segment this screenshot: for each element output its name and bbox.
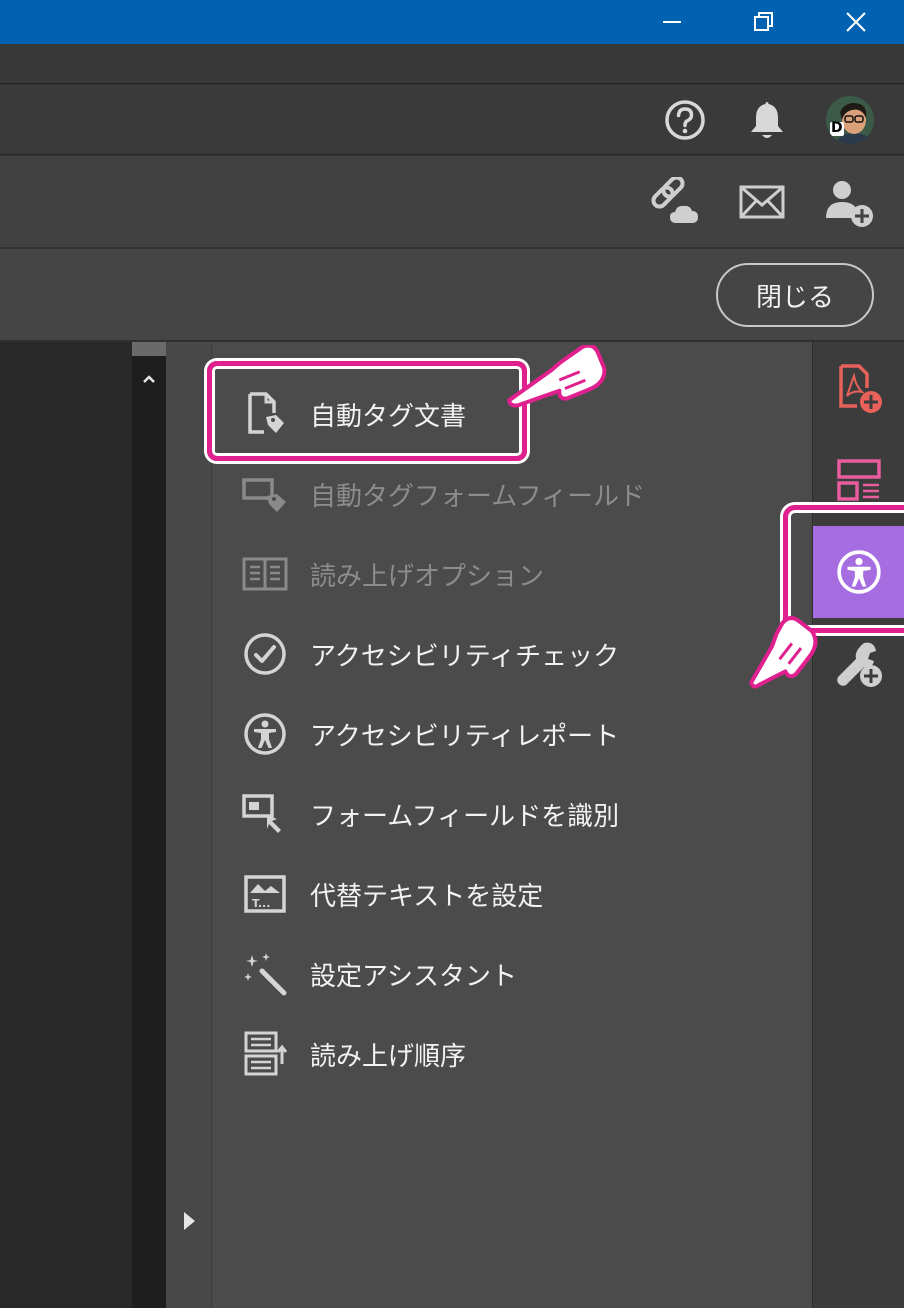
restore-button[interactable] — [718, 0, 810, 44]
bell-icon — [751, 102, 783, 138]
tool-reading-order[interactable]: 読み上げ順序 — [240, 1024, 780, 1084]
tool-identify-form-fields[interactable]: フォームフィールドを識別 — [240, 784, 780, 844]
cloud-link-icon — [651, 177, 698, 223]
close-icon — [846, 12, 866, 32]
tool-label: 読み上げオプション — [310, 561, 545, 592]
close-window-button[interactable] — [810, 0, 902, 44]
add-user-button[interactable] — [822, 176, 878, 232]
check-circle-icon — [244, 633, 286, 675]
app-header: D — [0, 85, 904, 155]
triangle-right-icon — [184, 1212, 195, 1230]
close-tool-button[interactable]: 閉じる — [716, 263, 874, 327]
add-tools-icon — [837, 642, 882, 687]
tool-accessibility-report[interactable]: アクセシビリティレポート — [240, 704, 780, 764]
top-toolbar — [0, 156, 904, 248]
chevron-up-icon — [143, 375, 155, 383]
organize-pages-icon — [837, 459, 881, 501]
question-circle-icon — [665, 100, 705, 140]
share-link-button[interactable] — [646, 176, 702, 228]
tools-right-rail — [812, 342, 904, 1308]
help-button[interactable] — [660, 95, 710, 145]
form-identify-icon — [242, 794, 281, 833]
tool-label: 代替テキストを設定 — [310, 881, 544, 912]
collapse-panel-button[interactable] — [174, 1206, 204, 1236]
tool-label: 自動タグフォームフィールド — [310, 481, 646, 512]
tool-accessibility-check[interactable]: アクセシビリティチェック — [240, 624, 780, 684]
alt-text-icon: T... — [244, 875, 286, 913]
minimize-button[interactable] — [626, 0, 718, 44]
annotation-highlight-auto-tag — [207, 361, 527, 461]
tool-read-out-loud-options: 読み上げオプション — [240, 544, 780, 604]
tool-set-alt-text[interactable]: T... 代替テキストを設定 — [240, 864, 780, 924]
tool-label: 設定アシスタント — [310, 961, 517, 992]
book-icon — [242, 557, 288, 591]
avatar-initial: D — [831, 120, 843, 136]
document-view[interactable] — [0, 342, 132, 1308]
scroll-up-button[interactable] — [132, 364, 166, 394]
vertical-scrollbar[interactable] — [132, 342, 166, 1308]
accessibility-icon — [244, 713, 286, 755]
tool-label: フォームフィールドを識別 — [310, 801, 620, 832]
accessibility-tool-panel: 自動タグ文書 自動タグフォームフィールド 読み上げオプション アクセシビリティチ… — [212, 342, 812, 1308]
reading-order-icon — [244, 1031, 288, 1076]
minimize-icon — [663, 21, 681, 23]
tool-auto-tag-form-fields: 自動タグフォームフィールド — [240, 464, 780, 524]
panel-gutter — [166, 342, 212, 1308]
email-button[interactable] — [736, 176, 788, 228]
magic-wand-icon — [244, 953, 287, 996]
tool-label: アクセシビリティレポート — [310, 721, 620, 752]
rail-create-pdf[interactable] — [813, 342, 904, 434]
scroll-thumb[interactable] — [132, 342, 166, 356]
envelope-icon — [739, 185, 785, 219]
create-pdf-icon — [839, 364, 882, 413]
tag-form-field-icon — [242, 478, 286, 512]
pointing-hand-icon — [749, 616, 818, 689]
title-bar — [0, 0, 904, 44]
restore-icon — [754, 12, 773, 31]
pointing-hand-icon — [507, 345, 607, 408]
notifications-button[interactable] — [742, 95, 792, 145]
menu-bar — [0, 44, 904, 84]
tool-setup-assistant[interactable]: 設定アシスタント — [240, 944, 780, 1004]
user-plus-icon — [826, 181, 873, 227]
tool-label: 読み上げ順序 — [310, 1041, 467, 1072]
svg-text:T...: T... — [252, 897, 270, 910]
user-avatar[interactable]: D — [826, 96, 874, 144]
tool-label: アクセシビリティチェック — [310, 641, 620, 672]
